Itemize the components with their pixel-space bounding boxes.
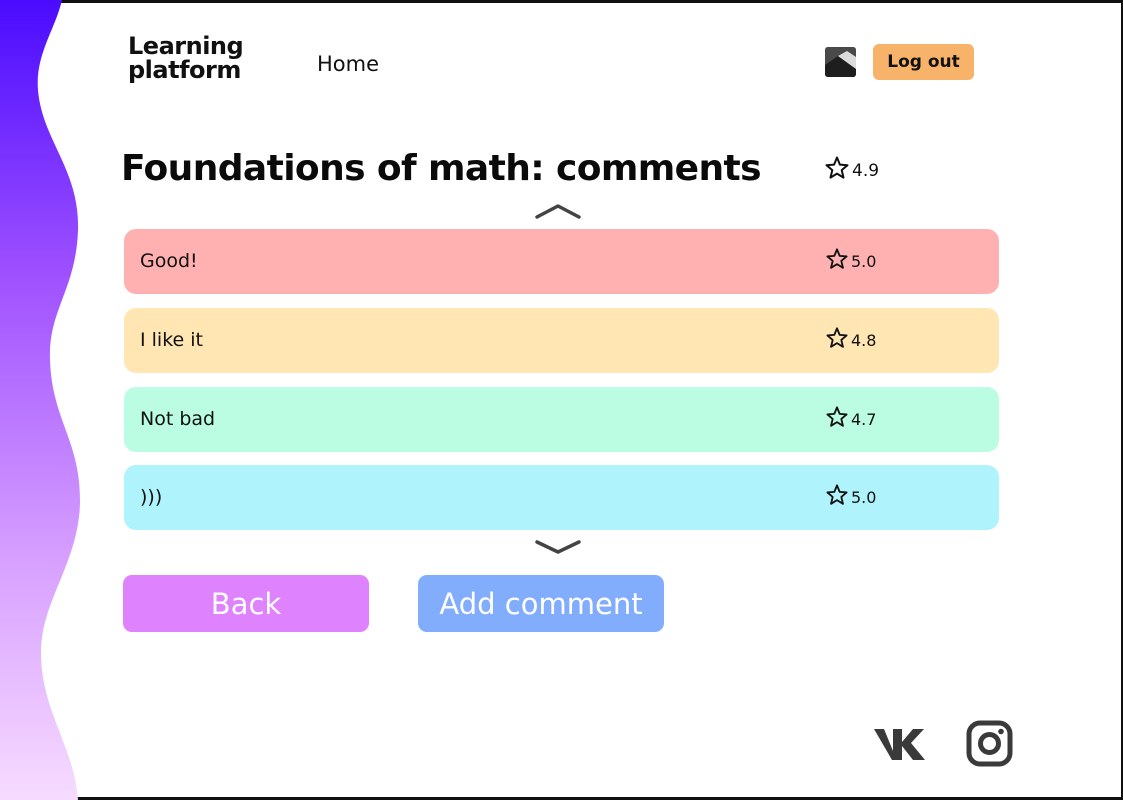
comment-rating-value: 4.7 [851,410,877,429]
star-icon [826,406,848,427]
comment-rating-value: 5.0 [851,488,877,507]
add-comment-button[interactable]: Add comment [418,575,664,632]
course-rating-value: 4.9 [852,161,880,181]
comment-card[interactable]: Not bad 4.7 [124,387,999,452]
scroll-up-chevron-icon[interactable] [535,203,581,219]
instagram-icon[interactable] [966,720,1013,767]
page-title: Foundations of math: comments [121,148,762,189]
comment-rating-value: 5.0 [851,252,877,271]
scroll-down-chevron-icon[interactable] [535,539,581,555]
star-icon [826,327,848,348]
logo-line-1: Learning [128,32,244,60]
back-button[interactable]: Back [123,575,369,632]
course-rating: 4.9 [825,156,879,180]
comment-card[interactable]: Good! 5.0 [124,229,999,294]
frame-top-border [0,0,1123,3]
star-icon [825,156,849,179]
comment-card[interactable]: ))) 5.0 [124,465,999,530]
comment-rating-value: 4.8 [851,331,877,350]
brand-logo[interactable]: Learning platform [128,32,244,84]
comment-text: Not bad [140,408,216,430]
comment-rating: 4.7 [826,406,876,428]
comment-rating: 4.8 [826,327,876,349]
comment-text: Good! [140,250,198,272]
decorative-side-wave [0,0,80,800]
comment-text: I like it [140,329,203,351]
comment-text: ))) [140,486,163,508]
image-icon[interactable] [825,47,856,77]
logo-line-2: platform [128,56,241,84]
nav-home-link[interactable]: Home [317,52,379,76]
comment-rating: 5.0 [826,248,876,270]
logout-button[interactable]: Log out [873,44,974,80]
comment-rating: 5.0 [826,484,876,506]
star-icon [826,248,848,269]
comment-card[interactable]: I like it 4.8 [124,308,999,373]
vk-icon[interactable] [873,727,925,761]
star-icon [826,484,848,505]
